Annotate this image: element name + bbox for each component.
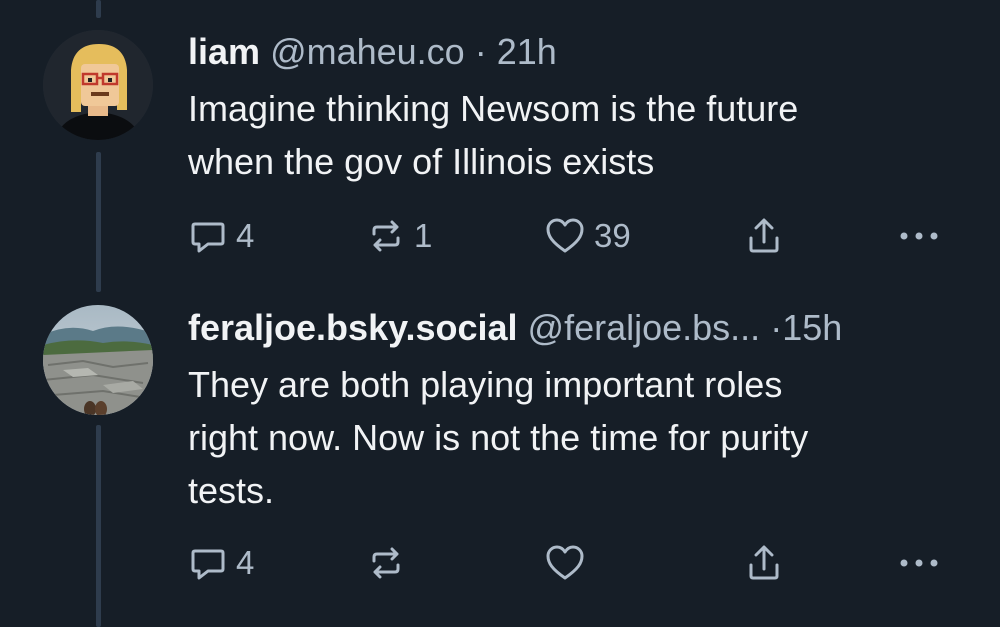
post-text-line: Imagine thinking Newsom is the future [188,88,799,129]
more-options-button[interactable] [896,216,942,256]
post-text-line: when the gov of Illinois exists [188,141,655,182]
post-header: feraljoe.bsky.social @feraljoe.bs... ·15… [188,306,960,350]
separator-dot: · [474,31,487,72]
like-icon [546,218,584,253]
reply-icon [191,222,225,253]
reply-button[interactable]: 4 [188,543,254,583]
share-icon [749,545,779,580]
post-header: liam @maheu.co · 21h [188,30,960,74]
repost-icon [372,220,400,252]
post-text-line: right now. Now is not the time for purit… [188,417,809,458]
post-actions: 4 [188,543,948,583]
reply-count: 4 [236,217,255,254]
avatar-image [43,305,153,415]
like-count: 39 [594,217,631,254]
post-timestamp[interactable]: 15h [782,307,842,348]
avatar[interactable] [43,305,153,415]
share-button[interactable] [744,543,784,583]
like-icon [546,545,584,580]
more-options-icon [900,559,938,567]
reply-icon [191,549,225,580]
post-item[interactable]: feraljoe.bsky.social @feraljoe.bs... ·15… [0,300,1000,627]
post-text-line: They are both playing important roles [188,364,783,405]
author-name[interactable]: feraljoe.bsky.social [188,307,518,348]
post-timestamp[interactable]: 21h [497,31,557,72]
author-handle[interactable]: @feraljoe.bs... [528,307,761,348]
share-icon [749,218,779,253]
share-button[interactable] [744,216,784,256]
author-name[interactable]: liam [188,31,260,72]
post-text: Imagine thinking Newsom is the future wh… [188,82,960,188]
post-text: They are both playing important roles ri… [188,358,960,517]
separator-dot: · [770,307,783,348]
reply-button[interactable]: 4 [188,216,254,256]
repost-icon [372,547,400,579]
repost-button[interactable]: 1 [366,216,432,256]
repost-button[interactable] [366,543,414,583]
post-text-line: tests. [188,470,275,511]
like-button[interactable] [544,543,594,583]
more-options-button[interactable] [896,543,942,583]
post-item[interactable]: liam @maheu.co · 21h Imagine thinking Ne… [0,0,1000,280]
post-actions: 4 1 39 [188,216,948,256]
repost-count: 1 [414,217,433,254]
avatar[interactable] [43,30,153,140]
more-options-icon [900,232,938,240]
like-button[interactable]: 39 [544,216,631,256]
avatar-image [43,30,153,140]
reply-count: 4 [236,544,255,581]
author-handle[interactable]: @maheu.co [270,31,465,72]
